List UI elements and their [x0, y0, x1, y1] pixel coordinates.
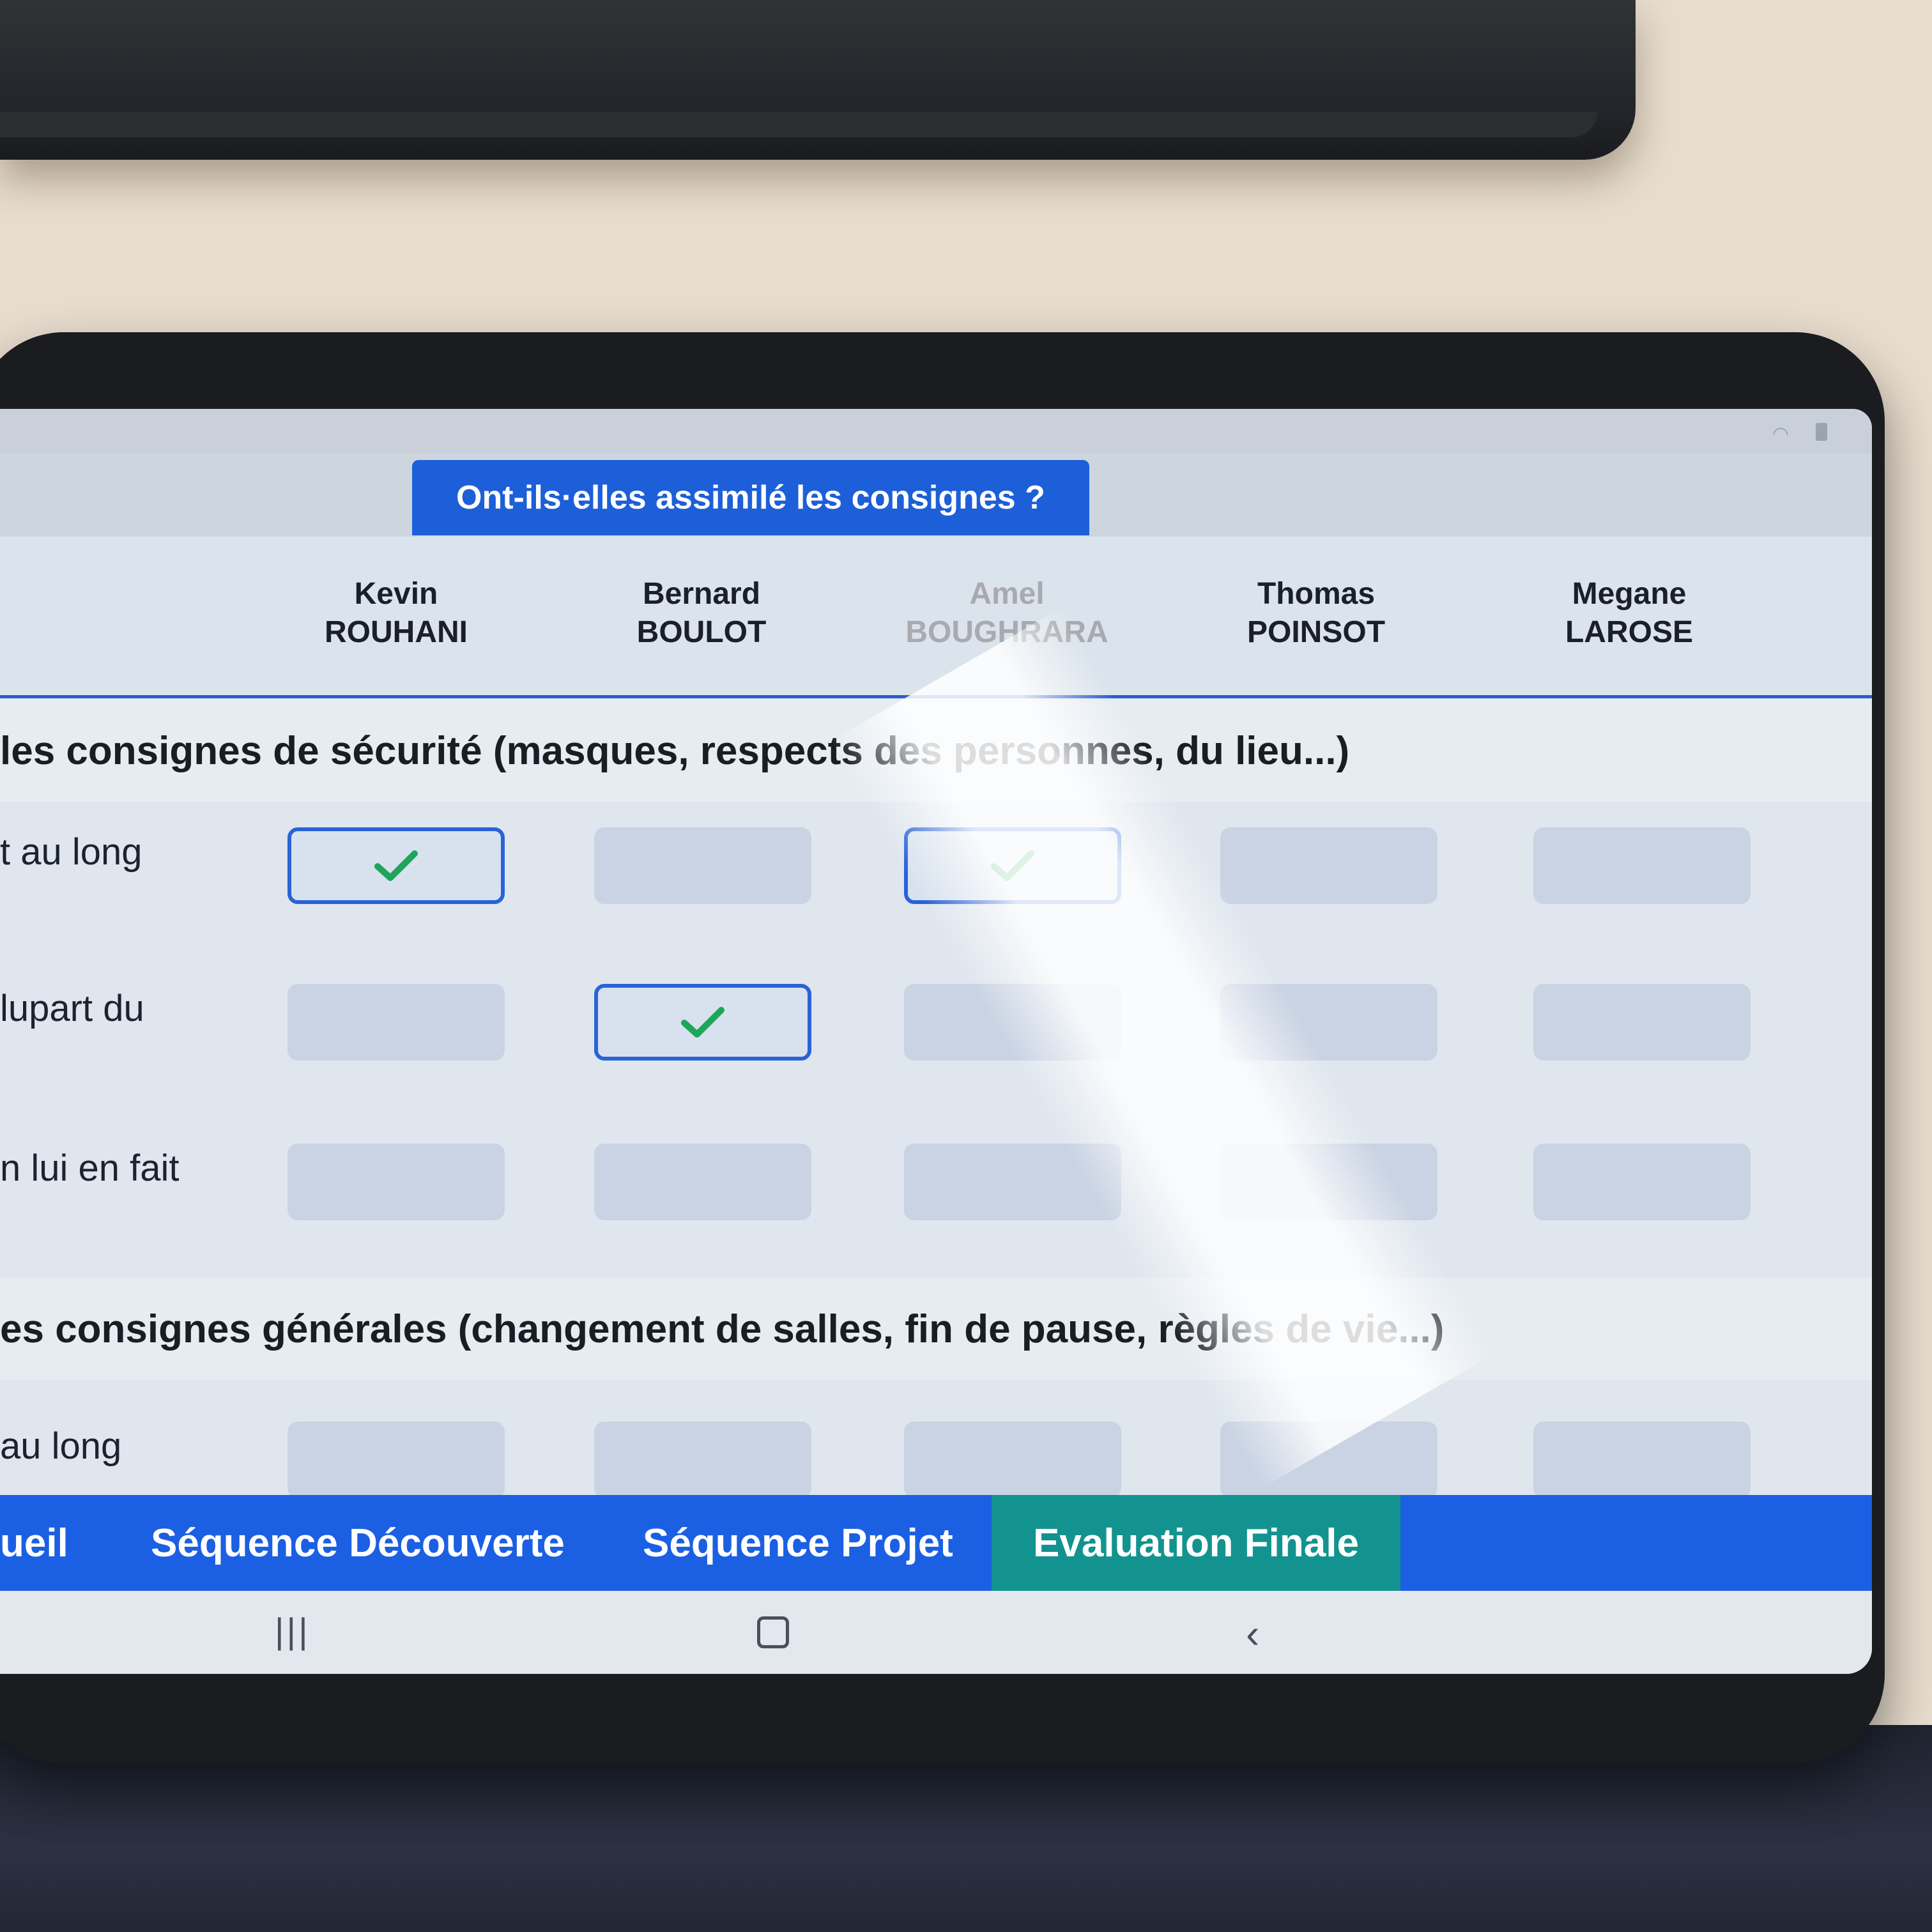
question-title: Ont-ils·elles assimilé les consignes ?	[412, 460, 1089, 535]
checkbox-cell[interactable]	[1220, 984, 1438, 1061]
checkbox-cell[interactable]	[594, 1144, 811, 1220]
checkbox-cell[interactable]	[1220, 1422, 1438, 1498]
checkmark-icon	[374, 850, 418, 881]
student-name-5: Megane LAROSE	[1565, 577, 1693, 649]
checkbox-cell[interactable]	[1533, 827, 1751, 904]
checkbox-cell[interactable]	[1220, 827, 1438, 904]
tab-accueil[interactable]: ueil	[0, 1495, 68, 1591]
checkbox-cell[interactable]	[594, 827, 811, 904]
back-icon[interactable]: ‹	[1246, 1610, 1259, 1657]
system-navigation-bar: ||| ‹	[0, 1591, 1872, 1674]
checkbox-cell[interactable]	[594, 1422, 811, 1498]
checkbox-cell-checked[interactable]	[594, 984, 811, 1061]
checkbox-cell[interactable]	[904, 1422, 1121, 1498]
student-name-4: Thomas POINSOT	[1246, 577, 1386, 649]
row-label-4: au long	[0, 1425, 122, 1467]
checkbox-cell[interactable]	[288, 1422, 505, 1498]
checkbox-cell[interactable]	[1533, 1144, 1751, 1220]
checkbox-cell[interactable]	[288, 1144, 505, 1220]
checkbox-cell[interactable]	[904, 1144, 1121, 1220]
tab-sequence-projet[interactable]: Séquence Projet	[643, 1495, 953, 1591]
student-name-2: Bernard BOULOT	[636, 577, 767, 649]
checkbox-cell[interactable]	[288, 984, 505, 1061]
checkbox-cell-checked[interactable]	[288, 827, 505, 904]
status-bar: ◠	[0, 409, 1872, 454]
wifi-icon: ◠	[1772, 424, 1789, 445]
checkbox-cell[interactable]	[1533, 1422, 1751, 1498]
bottom-navigation: ueil Séquence Découverte Séquence Projet…	[0, 1495, 1872, 1591]
checkmark-icon	[681, 1007, 724, 1038]
laptop-edge	[0, 112, 1597, 137]
section-title-securite: les consignes de sécurité (masques, resp…	[0, 700, 1872, 802]
checkbox-cell-checked[interactable]	[904, 827, 1121, 904]
row-label-2: lupart du	[0, 988, 144, 1029]
recents-icon[interactable]: |||	[275, 1610, 310, 1652]
home-icon[interactable]	[757, 1616, 789, 1648]
checkbox-cell[interactable]	[904, 984, 1121, 1061]
row-label-3: n lui en fait	[0, 1147, 180, 1189]
checkmark-icon	[991, 850, 1034, 881]
section-title-generales: es consignes générales (changement de sa…	[0, 1278, 1872, 1380]
row-label-1: t au long	[0, 831, 142, 873]
tablet-screen: ◠ Ont-ils·elles assimilé les consignes ?…	[0, 409, 1872, 1674]
laptop-lid	[0, 0, 1636, 160]
student-names-header: Kevin ROUHANI Bernard BOULOT Amel BOUGHRARA…	[0, 537, 1872, 698]
student-name-1: Kevin ROUHANI	[325, 577, 468, 649]
student-name-3: Amel BOUGHRARA	[905, 577, 1108, 649]
battery-icon	[1816, 423, 1827, 441]
tab-sequence-decouverte[interactable]: Séquence Découverte	[151, 1495, 565, 1591]
checkbox-cell[interactable]	[1220, 1144, 1438, 1220]
tab-evaluation-finale[interactable]: Evaluation Finale	[992, 1495, 1400, 1591]
checkbox-cell[interactable]	[1533, 984, 1751, 1061]
